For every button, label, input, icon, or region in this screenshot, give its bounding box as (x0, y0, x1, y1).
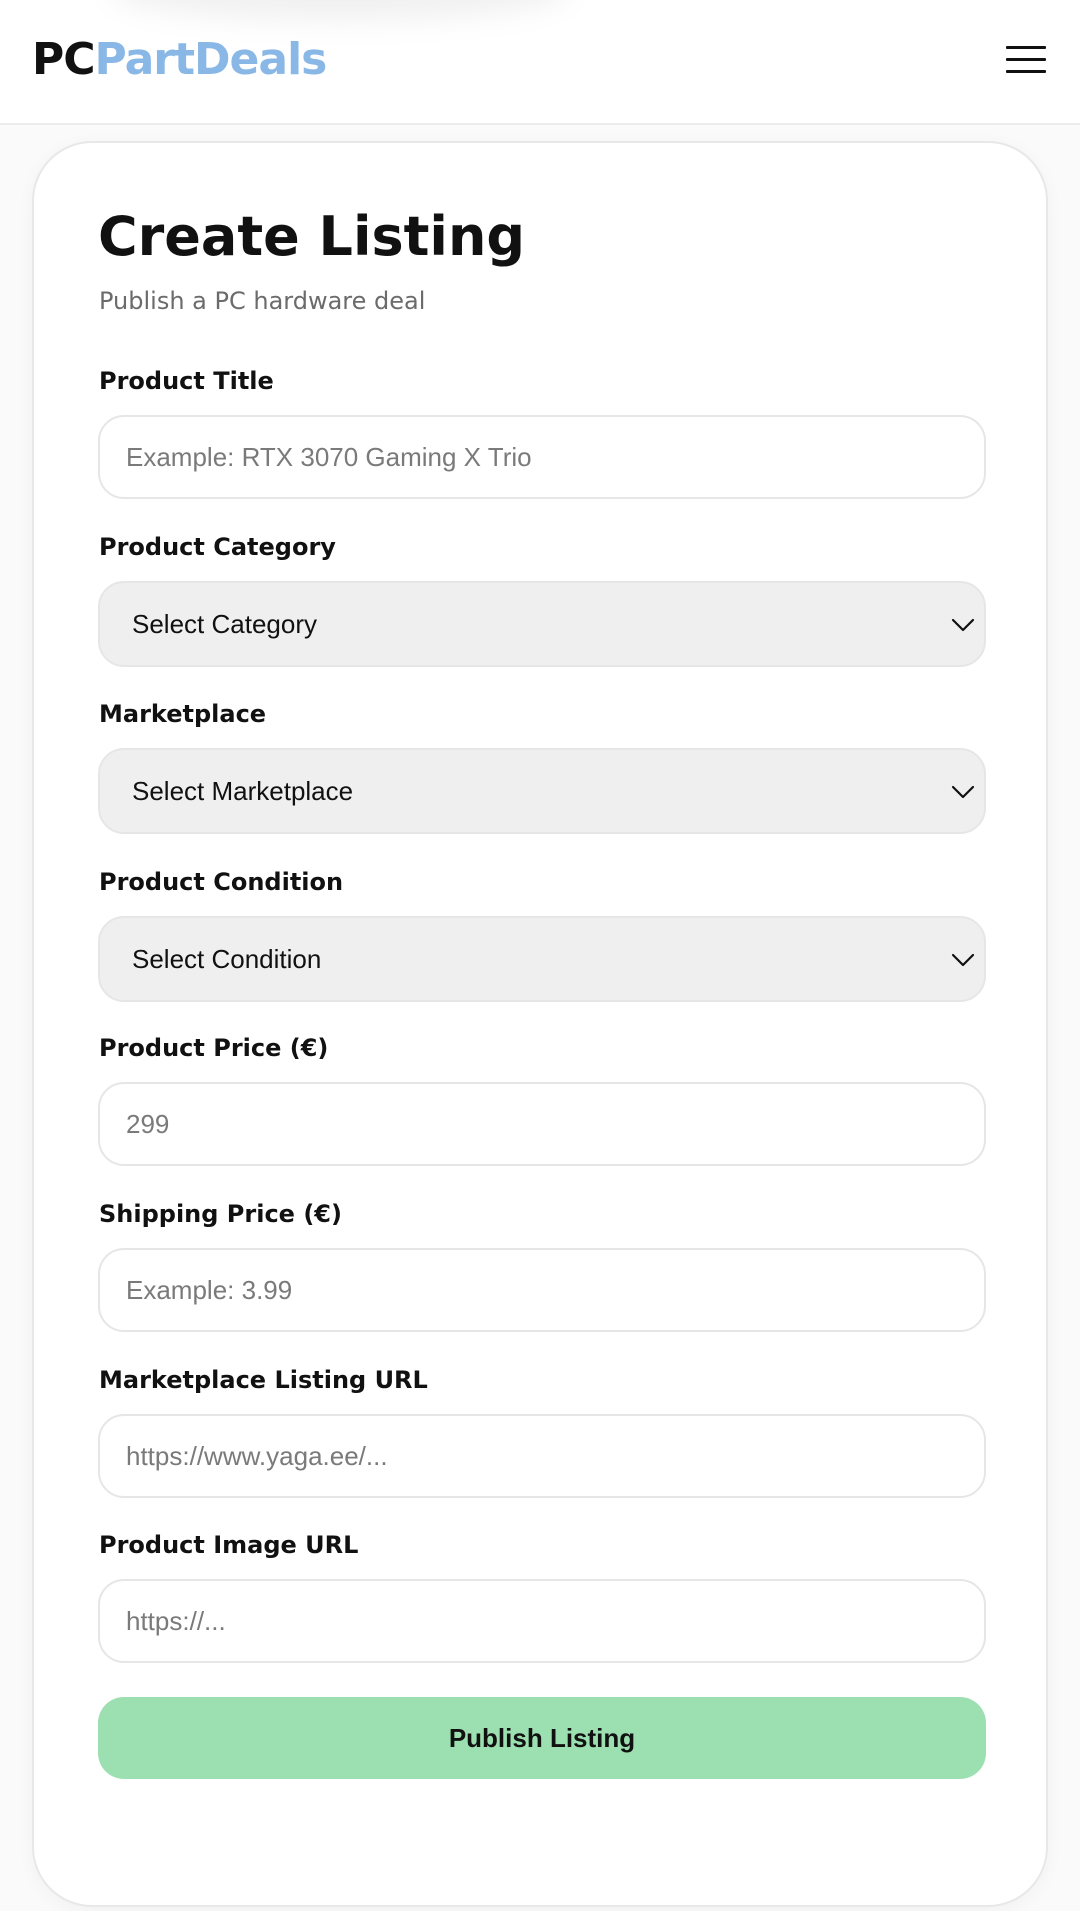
site-logo[interactable]: PCPartDeals (32, 32, 328, 88)
site-header: PCPartDeals (0, 0, 1080, 125)
product-title-input[interactable] (98, 415, 986, 499)
shipping-price-label: Shipping Price (€) (99, 1200, 342, 1228)
product-condition-select[interactable]: Select Condition (98, 916, 986, 1002)
listing-url-label: Marketplace Listing URL (99, 1366, 428, 1394)
product-category-select[interactable]: Select Category (98, 581, 986, 667)
product-category-value: Select Category (132, 609, 317, 639)
chevron-down-icon (951, 953, 975, 967)
page-title: Create Listing (98, 205, 526, 268)
menu-bar-bottom (1006, 70, 1046, 73)
chevron-down-icon (951, 618, 975, 632)
product-category-label: Product Category (99, 533, 336, 561)
create-listing-card: Create Listing Publish a PC hardware dea… (32, 141, 1048, 1907)
hamburger-menu-icon[interactable] (1006, 44, 1050, 74)
menu-bar-middle (1006, 58, 1046, 61)
listing-url-input[interactable] (98, 1414, 986, 1498)
product-price-input[interactable] (98, 1082, 986, 1166)
shipping-price-input[interactable] (98, 1248, 986, 1332)
product-condition-value: Select Condition (132, 944, 322, 974)
logo-text-pc: PC (32, 34, 96, 85)
image-url-label: Product Image URL (99, 1531, 359, 1559)
image-url-input[interactable] (98, 1579, 986, 1663)
product-condition-label: Product Condition (99, 868, 344, 896)
chevron-down-icon (951, 785, 975, 799)
publish-listing-button[interactable]: Publish Listing (98, 1697, 986, 1779)
menu-bar-top (1006, 46, 1046, 49)
header-shadow-decoration (110, 0, 570, 20)
product-price-label: Product Price (€) (99, 1034, 329, 1062)
page-subtitle: Publish a PC hardware deal (99, 287, 426, 315)
marketplace-value: Select Marketplace (132, 776, 354, 806)
product-title-label: Product Title (99, 367, 274, 395)
marketplace-label: Marketplace (99, 700, 267, 728)
marketplace-select[interactable]: Select Marketplace (98, 748, 986, 834)
logo-text-partdeals: PartDeals (94, 34, 328, 85)
